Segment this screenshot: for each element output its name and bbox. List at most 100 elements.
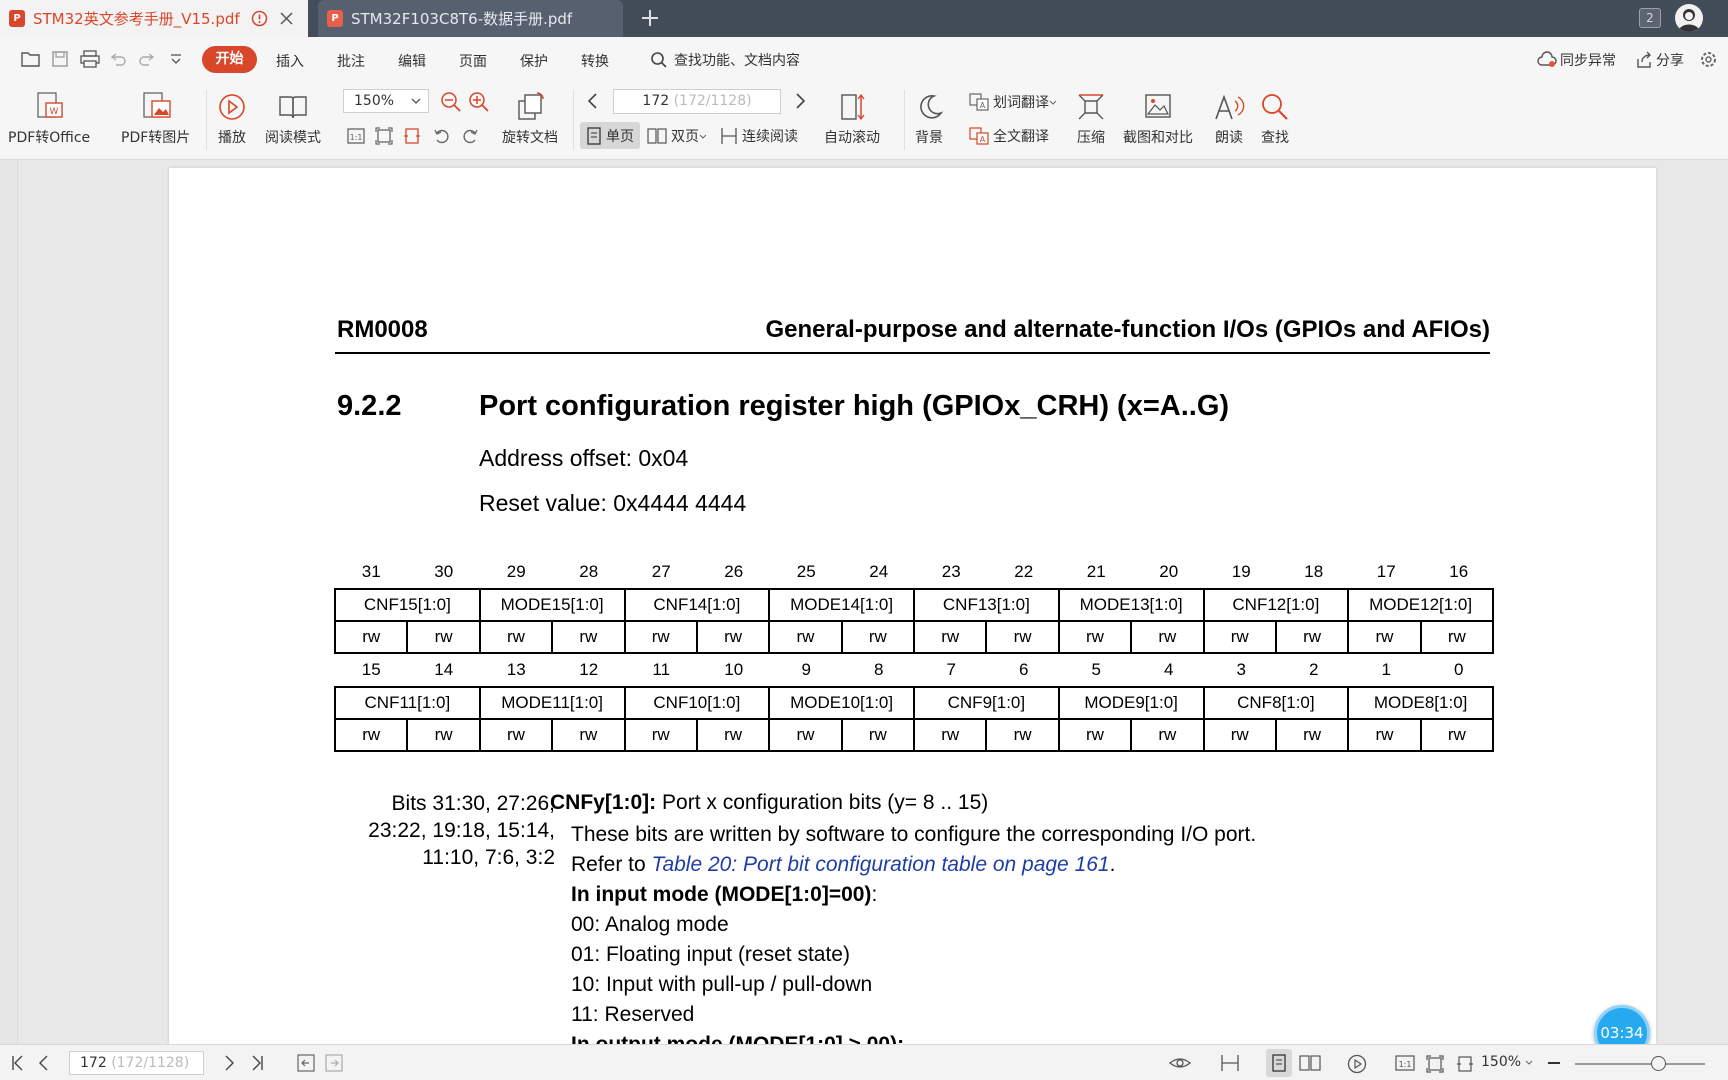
bit-number: 24 bbox=[869, 562, 889, 581]
menu-protect[interactable]: 保护 bbox=[520, 51, 548, 71]
chevron-down-icon bbox=[1049, 100, 1057, 105]
moon-icon bbox=[920, 95, 944, 119]
word-translate-button[interactable]: A 划词翻译 bbox=[969, 92, 1057, 112]
double-page-button[interactable]: 双页 bbox=[647, 126, 707, 146]
mode-line: 11: Reserved bbox=[571, 1003, 695, 1026]
register-access-cell: rw bbox=[623, 718, 698, 752]
redo-icon[interactable] bbox=[137, 49, 157, 69]
rotate-right-icon[interactable] bbox=[460, 126, 480, 146]
bit-number: 12 bbox=[579, 660, 599, 679]
register-access-cell: rw bbox=[1202, 718, 1277, 752]
register-field-cell: CNF8[1:0] bbox=[1202, 686, 1350, 720]
print-icon[interactable] bbox=[79, 49, 101, 69]
page-number-input[interactable]: 172 (172/1128) bbox=[613, 89, 781, 114]
continuous-read-button[interactable]: 连续阅读 bbox=[720, 126, 798, 146]
fit-width-icon[interactable] bbox=[402, 126, 422, 146]
back-icon[interactable] bbox=[297, 1054, 315, 1072]
double-page-icon[interactable] bbox=[1299, 1054, 1321, 1072]
customize-toolbar-icon[interactable] bbox=[169, 53, 183, 67]
pdf-to-image-button[interactable]: PDF转图片 bbox=[121, 90, 190, 147]
status-zoom-select[interactable]: 150% bbox=[1481, 1054, 1533, 1070]
auto-scroll-icon bbox=[841, 93, 865, 121]
register-access-cell: rw bbox=[551, 718, 626, 752]
zoom-slider-track[interactable] bbox=[1575, 1063, 1705, 1065]
actual-size-icon[interactable]: 1:1 bbox=[1395, 1054, 1415, 1072]
first-page-icon[interactable] bbox=[10, 1054, 26, 1072]
svg-text:A: A bbox=[980, 135, 986, 144]
next-page-icon[interactable] bbox=[793, 92, 807, 110]
bit-number: 6 bbox=[1019, 660, 1029, 679]
fit-page-icon[interactable] bbox=[374, 126, 394, 146]
single-page-button[interactable]: 单页 bbox=[580, 122, 640, 149]
menu-start[interactable]: 开始 bbox=[202, 46, 257, 73]
eye-protection-icon[interactable] bbox=[1169, 1054, 1191, 1072]
table-20-link[interactable]: Table 20: Port bit configuration table o… bbox=[652, 853, 1110, 876]
zoom-in-icon[interactable] bbox=[468, 91, 490, 113]
undo-icon[interactable] bbox=[108, 49, 128, 69]
single-page-view-button[interactable] bbox=[1266, 1049, 1292, 1077]
zoom-slider-handle[interactable] bbox=[1650, 1056, 1666, 1071]
share-button[interactable]: 分享 bbox=[1635, 50, 1684, 70]
play-button[interactable]: 播放 bbox=[217, 90, 247, 147]
auto-scroll-button[interactable]: 自动滚动 bbox=[824, 90, 880, 147]
menu-edit[interactable]: 编辑 bbox=[398, 51, 426, 71]
zoom-select[interactable]: 150% bbox=[343, 89, 429, 113]
fit-width-icon[interactable] bbox=[1455, 1054, 1475, 1074]
zoom-out-minus-icon[interactable] bbox=[1546, 1055, 1562, 1071]
save-icon[interactable] bbox=[50, 49, 70, 69]
pdf-to-image-icon bbox=[142, 92, 171, 118]
tab-stm32-datasheet[interactable]: P STM32F103C8T6-数据手册.pdf bbox=[318, 0, 623, 37]
next-page-icon[interactable] bbox=[222, 1054, 236, 1072]
register-access-cell: rw bbox=[1057, 718, 1133, 752]
register-access-cell: rw bbox=[1274, 718, 1350, 752]
read-aloud-button[interactable]: 朗读 bbox=[1213, 90, 1245, 147]
pdf-to-office-button[interactable]: W PDF转Office bbox=[8, 90, 90, 147]
zoom-out-icon[interactable] bbox=[440, 91, 462, 113]
pdf-file-icon: P bbox=[327, 10, 343, 27]
bit-number: 5 bbox=[1091, 660, 1101, 679]
register-access-cell: rw bbox=[1347, 718, 1422, 752]
play-icon[interactable] bbox=[1347, 1054, 1367, 1074]
user-avatar[interactable] bbox=[1675, 4, 1703, 32]
fit-page-icon[interactable] bbox=[1425, 1054, 1445, 1074]
register-access-cell: rw bbox=[333, 620, 409, 654]
left-panel-strip[interactable] bbox=[0, 161, 18, 1044]
open-folder-icon[interactable] bbox=[20, 49, 42, 69]
menu-annotate[interactable]: 批注 bbox=[337, 51, 365, 71]
background-button[interactable]: 背景 bbox=[914, 90, 944, 147]
register-field-row: CNF11[1:0] MODE11[1:0] CNF10[1:0] MODE10[1:… bbox=[334, 686, 1494, 720]
new-tab-icon[interactable] bbox=[640, 8, 660, 28]
actual-size-icon[interactable]: 1:1 bbox=[346, 126, 366, 146]
window-count-badge[interactable]: 2 bbox=[1639, 8, 1661, 28]
rotate-left-icon[interactable] bbox=[432, 126, 452, 146]
forward-icon[interactable] bbox=[325, 1054, 343, 1072]
feature-search[interactable]: 查找功能、文档内容 bbox=[650, 50, 800, 70]
register-field-cell: CNF9[1:0] bbox=[913, 686, 1060, 720]
menu-page[interactable]: 页面 bbox=[459, 51, 487, 71]
status-page-input[interactable]: 172 (172/1128) bbox=[69, 1051, 204, 1075]
tab-stm32-reference-manual[interactable]: P STM32英文参考手册_V15.pdf bbox=[0, 0, 308, 37]
svg-text:1:1: 1:1 bbox=[1399, 1060, 1412, 1069]
warning-icon bbox=[251, 10, 268, 27]
settings-gear-icon[interactable] bbox=[1699, 50, 1718, 69]
compress-button[interactable]: 压缩 bbox=[1076, 90, 1106, 147]
previous-page-icon[interactable] bbox=[37, 1054, 51, 1072]
sync-status-button[interactable]: 同步异常 bbox=[1537, 50, 1616, 70]
search-icon bbox=[651, 52, 667, 68]
find-icon bbox=[1262, 94, 1288, 120]
menu-convert[interactable]: 转换 bbox=[581, 51, 609, 71]
menu-insert[interactable]: 插入 bbox=[276, 51, 304, 71]
previous-page-icon[interactable] bbox=[586, 92, 600, 110]
continuous-read-icon[interactable] bbox=[1220, 1054, 1240, 1072]
share-icon bbox=[1637, 51, 1651, 68]
rotate-document-button[interactable]: 旋转文档 bbox=[502, 90, 558, 147]
screenshot-compare-button[interactable]: 截图和对比 bbox=[1123, 90, 1193, 147]
header-rule bbox=[335, 352, 1490, 354]
last-page-icon[interactable] bbox=[249, 1054, 265, 1072]
field-line-1: These bits are written by software to co… bbox=[571, 823, 1257, 846]
read-mode-button[interactable]: 阅读模式 bbox=[265, 90, 321, 147]
full-translate-button[interactable]: A 全文翻译 bbox=[969, 126, 1049, 146]
chevron-down-icon bbox=[411, 98, 421, 104]
find-button[interactable]: 查找 bbox=[1259, 90, 1291, 147]
close-tab-icon[interactable] bbox=[279, 11, 294, 26]
